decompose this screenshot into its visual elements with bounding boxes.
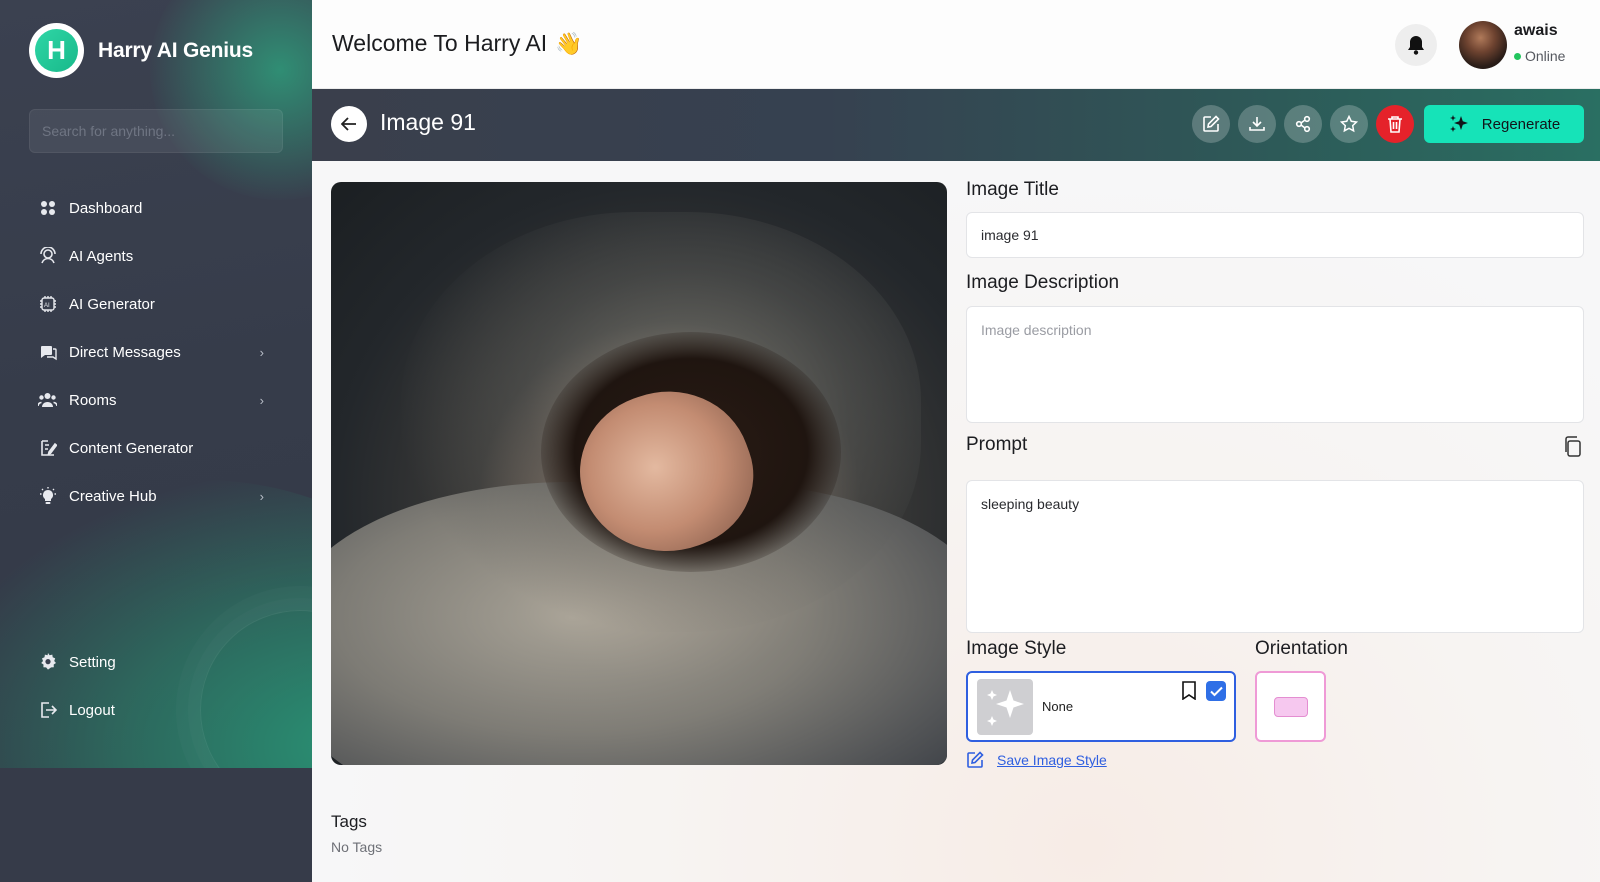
edit-icon (967, 751, 984, 768)
sparkles-icon (1449, 115, 1468, 132)
edit-icon (1203, 115, 1220, 132)
orientation-label: Orientation (1255, 638, 1348, 659)
trash-icon (1388, 116, 1402, 133)
sparkle-icon (987, 690, 1024, 726)
dashboard-icon (38, 199, 57, 218)
arrow-left-icon (341, 117, 356, 131)
prompt-input[interactable]: sleeping beauty (966, 480, 1584, 633)
style-thumbnail (977, 679, 1033, 735)
sidebar-item-logout[interactable]: Logout (0, 686, 312, 734)
sidebar-nav: Dashboard AI Agents AI AI Generator Dire… (0, 184, 312, 520)
content-icon (38, 439, 57, 458)
sidebar-item-dashboard[interactable]: Dashboard (0, 184, 312, 232)
sidebar-item-label: Content Generator (69, 439, 194, 457)
regenerate-button[interactable]: Regenerate (1424, 105, 1584, 143)
tags-label: Tags (331, 812, 367, 831)
style-selected-checkbox[interactable] (1206, 681, 1226, 701)
prompt-label: Prompt (966, 434, 1028, 455)
welcome-text: Welcome To Harry AI (332, 30, 548, 56)
image-description-label: Image Description (966, 272, 1120, 293)
bell-icon (1408, 36, 1424, 55)
bookmark-icon (1182, 681, 1196, 701)
page-toolbar: Image 91 Regenerate (312, 89, 1600, 161)
sidebar-item-content-generator[interactable]: Content Generator (0, 424, 312, 472)
brand-name: Harry AI Genius (98, 38, 253, 62)
online-dot-icon (1514, 52, 1521, 60)
sidebar-item-creative-hub[interactable]: Creative Hub › (0, 472, 312, 520)
copy-icon (1565, 436, 1581, 457)
wave-emoji-icon: 👋 (555, 30, 583, 56)
sidebar-item-ai-generator[interactable]: AI AI Generator (0, 280, 312, 328)
user-status: Online (1514, 48, 1565, 64)
sidebar: H Harry AI Genius Dashboard AI Agents AI… (0, 0, 312, 882)
checkmark-icon (1209, 686, 1223, 696)
download-icon (1249, 117, 1265, 131)
welcome-heading: Welcome To Harry AI 👋 (332, 30, 583, 57)
edit-button[interactable] (1192, 105, 1230, 143)
save-image-style-link[interactable]: Save Image Style (966, 751, 1107, 769)
sidebar-item-ai-agents[interactable]: AI Agents (0, 232, 312, 280)
download-button[interactable] (1238, 105, 1276, 143)
image-style-label: Image Style (966, 638, 1067, 659)
sidebar-bottom-nav: Setting Logout (0, 638, 312, 734)
sidebar-item-label: AI Agents (69, 247, 134, 265)
orientation-landscape-option[interactable] (1255, 671, 1326, 742)
sidebar-item-label: AI Generator (69, 295, 155, 313)
image-title-input[interactable] (966, 212, 1584, 258)
sidebar-item-label: Setting (69, 653, 116, 671)
sidebar-item-label: Logout (69, 701, 115, 719)
sidebar-item-label: Creative Hub (69, 487, 157, 505)
sidebar-item-direct-messages[interactable]: Direct Messages › (0, 328, 312, 376)
top-header: Welcome To Harry AI 👋 awais Online (312, 0, 1600, 89)
save-image-style-label[interactable]: Save Image Style (997, 752, 1107, 768)
sidebar-search-input[interactable] (29, 109, 283, 153)
image-detail-content: Image Title Image Description Prompt sle… (312, 161, 1600, 882)
generated-image[interactable] (331, 182, 947, 765)
sidebar-item-rooms[interactable]: Rooms › (0, 376, 312, 424)
brand[interactable]: H Harry AI Genius (29, 23, 253, 78)
logout-icon (38, 701, 57, 720)
svg-text:AI: AI (44, 303, 50, 309)
delete-button[interactable] (1376, 105, 1414, 143)
messages-icon (38, 343, 57, 362)
favorite-button[interactable] (1330, 105, 1368, 143)
page-title: Image 91 (380, 109, 476, 135)
sidebar-footer-bg (0, 768, 312, 882)
star-icon (1340, 115, 1358, 133)
style-name: None (1042, 699, 1074, 714)
chevron-right-icon: › (259, 392, 264, 408)
sidebar-item-label: Dashboard (69, 199, 143, 217)
user-name: awais (1514, 22, 1558, 39)
bookmark-style-button[interactable] (1181, 681, 1197, 705)
user-status-text: Online (1525, 48, 1566, 64)
image-description-input[interactable] (966, 306, 1584, 423)
landscape-orientation-icon (1273, 696, 1308, 717)
gear-icon (38, 653, 57, 672)
bulb-icon (38, 487, 57, 506)
notifications-button[interactable] (1395, 24, 1437, 66)
share-button[interactable] (1284, 105, 1322, 143)
user-avatar[interactable] (1459, 21, 1507, 69)
logo-letter: H (35, 29, 78, 72)
sidebar-item-label: Rooms (69, 391, 117, 409)
sidebar-item-setting[interactable]: Setting (0, 638, 312, 686)
brand-logo: H (29, 23, 84, 78)
ai-chip-icon: AI (38, 295, 57, 314)
share-icon (1295, 115, 1311, 133)
regenerate-label: Regenerate (1481, 115, 1561, 133)
chevron-right-icon: › (259, 344, 264, 360)
back-button[interactable] (331, 106, 367, 142)
image-style-card[interactable]: None (966, 671, 1236, 742)
image-title-label: Image Title (966, 179, 1059, 200)
sidebar-item-label: Direct Messages (69, 343, 181, 361)
copy-prompt-button[interactable] (1563, 436, 1585, 458)
agent-icon (38, 247, 57, 266)
users-icon (38, 391, 57, 410)
tags-value: No Tags (331, 839, 383, 855)
chevron-right-icon: › (259, 488, 264, 504)
